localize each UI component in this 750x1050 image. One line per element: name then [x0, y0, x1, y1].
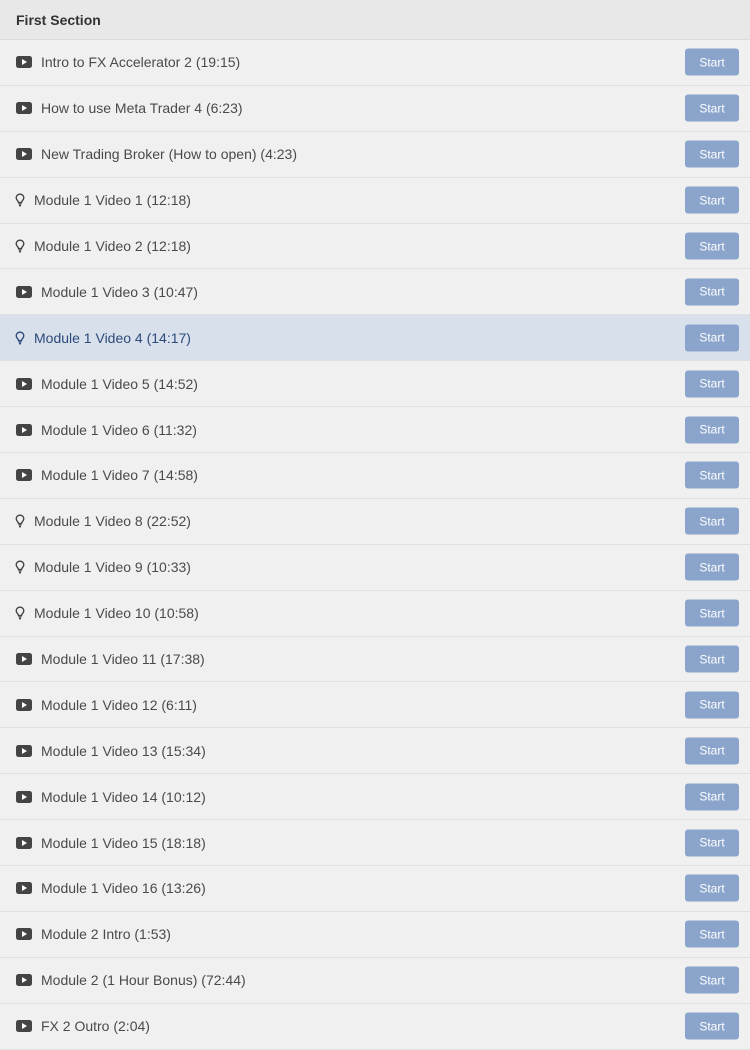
lecture-title: Module 1 Video 7 (14:58)	[41, 467, 198, 484]
start-button[interactable]: Start	[685, 232, 739, 260]
play-icon	[16, 698, 32, 711]
lecture-row[interactable]: Module 1 Video 9 (10:33) Start	[0, 544, 750, 591]
start-button[interactable]: Start	[685, 1012, 739, 1040]
start-button[interactable]: Start	[685, 783, 739, 811]
start-button[interactable]: Start	[685, 553, 739, 581]
start-button[interactable]: Start	[685, 48, 739, 76]
lecture-row[interactable]: Module 2 (1 Hour Bonus) (72:44) Start	[0, 957, 750, 1004]
start-button[interactable]: Start	[685, 874, 739, 902]
lecture-row[interactable]: Module 1 Video 14 (10:12) Start	[0, 774, 750, 821]
start-button[interactable]: Start	[685, 737, 739, 765]
section-title: First Section	[16, 11, 101, 28]
section-header: First Section	[0, 0, 750, 40]
start-button[interactable]: Start	[685, 278, 739, 306]
start-button[interactable]: Start	[685, 966, 739, 994]
lecture-title: Module 1 Video 3 (10:47)	[41, 283, 198, 300]
start-button[interactable]: Start	[685, 186, 739, 214]
play-icon	[16, 836, 32, 849]
lecture-row[interactable]: Module 1 Video 2 (12:18) Start	[0, 223, 750, 270]
play-icon	[16, 653, 32, 666]
lightbulb-icon	[15, 193, 25, 207]
lecture-row[interactable]: How to use Meta Trader 4 (6:23) Start	[0, 85, 750, 132]
lecture-title: Intro to FX Accelerator 2 (19:15)	[41, 54, 241, 71]
lecture-title: Module 1 Video 15 (18:18)	[41, 834, 206, 851]
lecture-row[interactable]: Module 1 Video 3 (10:47) Start	[0, 269, 750, 316]
lightbulb-icon	[15, 560, 25, 574]
lecture-title: New Trading Broker (How to open) (4:23)	[41, 146, 297, 163]
start-button[interactable]: Start	[685, 920, 739, 948]
lecture-row[interactable]: FX 2 Outro (2:04) Start	[0, 1003, 750, 1050]
start-button[interactable]: Start	[685, 416, 739, 444]
play-icon	[16, 744, 32, 757]
play-icon	[16, 148, 32, 161]
lecture-title: Module 1 Video 14 (10:12)	[41, 788, 206, 805]
play-icon	[16, 423, 32, 436]
lecture-title: Module 1 Video 10 (10:58)	[34, 605, 199, 622]
lecture-title: Module 1 Video 12 (6:11)	[41, 696, 197, 713]
lecture-title: Module 1 Video 16 (13:26)	[41, 880, 206, 897]
start-button[interactable]: Start	[685, 599, 739, 627]
lecture-title: Module 1 Video 4 (14:17)	[34, 329, 191, 346]
lecture-row[interactable]: Module 1 Video 1 (12:18) Start	[0, 177, 750, 224]
lecture-row[interactable]: Module 1 Video 16 (13:26) Start	[0, 866, 750, 912]
play-icon	[16, 56, 32, 69]
lecture-title: Module 1 Video 8 (22:52)	[34, 513, 191, 530]
play-icon	[16, 102, 32, 115]
lecture-row[interactable]: New Trading Broker (How to open) (4:23) S…	[0, 131, 750, 178]
lecture-row[interactable]: Module 2 Intro (1:53) Start	[0, 911, 750, 958]
lecture-title: Module 1 Video 1 (12:18)	[34, 192, 191, 209]
lecture-row[interactable]: Module 1 Video 13 (15:34) Start	[0, 728, 750, 775]
start-button[interactable]: Start	[685, 140, 739, 168]
play-icon	[16, 790, 32, 803]
play-icon	[16, 882, 32, 895]
lecture-row[interactable]: Module 1 Video 10 (10:58) Start	[0, 590, 750, 637]
lecture-row[interactable]: Module 1 Video 7 (14:58) Start	[0, 453, 750, 499]
play-icon	[16, 469, 32, 482]
lecture-row[interactable]: Module 1 Video 11 (17:38) Start	[0, 636, 750, 683]
lightbulb-icon	[15, 239, 25, 253]
lecture-list: Intro to FX Accelerator 2 (19:15) Start Ho…	[0, 40, 750, 1050]
start-button[interactable]: Start	[685, 507, 739, 535]
lecture-title: How to use Meta Trader 4 (6:23)	[41, 100, 243, 117]
lecture-title: Module 2 (1 Hour Bonus) (72:44)	[41, 972, 246, 989]
play-icon	[16, 377, 32, 390]
start-button[interactable]: Start	[685, 324, 739, 352]
lecture-row[interactable]: Intro to FX Accelerator 2 (19:15) Start	[0, 40, 750, 86]
play-icon	[16, 928, 32, 941]
lecture-title: Module 1 Video 2 (12:18)	[34, 238, 191, 254]
lightbulb-icon	[15, 606, 25, 620]
lecture-row[interactable]: Module 1 Video 5 (14:52) Start	[0, 361, 750, 408]
lecture-row[interactable]: Module 1 Video 4 (14:17) Start	[0, 315, 750, 362]
lightbulb-icon	[15, 514, 25, 528]
lecture-title: Module 1 Video 13 (15:34)	[41, 742, 206, 759]
start-button[interactable]: Start	[685, 94, 739, 122]
start-button[interactable]: Start	[685, 370, 739, 398]
start-button[interactable]: Start	[685, 691, 739, 719]
lecture-title: Module 1 Video 11 (17:38)	[41, 651, 205, 668]
play-icon	[16, 1020, 32, 1033]
lecture-row[interactable]: Module 1 Video 6 (11:32) Start	[0, 407, 750, 454]
course-section: First Section Intro to FX Accelerator 2 …	[0, 0, 750, 1050]
lecture-row[interactable]: Module 1 Video 12 (6:11) Start	[0, 682, 750, 729]
start-button[interactable]: Start	[685, 645, 739, 673]
lecture-title: FX 2 Outro (2:04)	[41, 1018, 150, 1035]
lecture-title: Module 1 Video 9 (10:33)	[34, 559, 191, 576]
lecture-title: Module 1 Video 6 (11:32)	[41, 421, 197, 438]
lecture-row[interactable]: Module 1 Video 15 (18:18) Start	[0, 820, 750, 867]
start-button[interactable]: Start	[685, 829, 739, 857]
start-button[interactable]: Start	[685, 461, 739, 489]
lecture-title: Module 2 Intro (1:53)	[41, 926, 171, 943]
lecture-row[interactable]: Module 1 Video 8 (22:52) Start	[0, 498, 750, 545]
play-icon	[16, 285, 32, 298]
play-icon	[16, 974, 32, 987]
lightbulb-icon	[15, 331, 25, 345]
lecture-title: Module 1 Video 5 (14:52)	[41, 375, 198, 392]
